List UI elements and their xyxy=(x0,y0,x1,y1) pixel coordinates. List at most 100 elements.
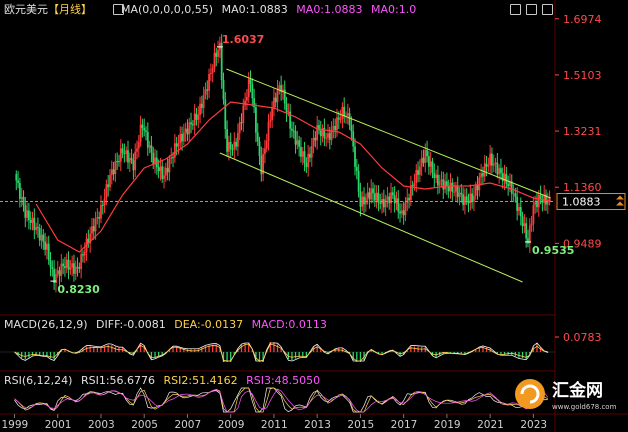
rsi-name: RSI(6,12,24) xyxy=(4,374,73,387)
year-tick-label: 2011 xyxy=(261,419,288,431)
candle-body xyxy=(366,192,369,198)
candle-body xyxy=(530,223,533,226)
candle-body xyxy=(204,89,207,95)
candle-body xyxy=(168,158,171,173)
close-icon[interactable] xyxy=(542,4,553,15)
candle-body xyxy=(116,160,119,162)
candle-body xyxy=(417,170,419,175)
candle-body xyxy=(314,137,317,141)
candle-body xyxy=(264,148,266,155)
candle-body xyxy=(406,197,409,203)
candle-body xyxy=(220,42,223,81)
candle-body xyxy=(82,254,84,256)
main-header: 欧元美元【月线】 MA(0,0,0,0,0,55) MA0:1.0883 MA0… xyxy=(4,3,421,17)
candle-body xyxy=(267,121,270,142)
candle-body xyxy=(464,196,466,205)
candle-body xyxy=(37,227,39,229)
candle-body xyxy=(444,181,446,190)
candle-body xyxy=(534,202,537,206)
candle-body xyxy=(404,202,407,216)
candle-body xyxy=(161,166,164,179)
candle-body xyxy=(399,211,401,214)
candle-body xyxy=(96,217,99,219)
candle-body xyxy=(482,173,484,177)
candle-body xyxy=(336,117,338,131)
indicator-settings-icon[interactable] xyxy=(113,4,124,15)
candle-body xyxy=(213,52,216,69)
candle-body xyxy=(384,199,387,208)
rsi1-value: RSI1:56.6776 xyxy=(80,374,156,387)
candle-body xyxy=(276,89,279,103)
candle-body xyxy=(516,196,519,211)
candle-body xyxy=(226,129,228,152)
candle-body xyxy=(429,161,432,167)
candle-body xyxy=(507,183,510,187)
price-chart: 1.08831.69741.51031.32311.13600.94890.07… xyxy=(0,0,628,432)
candle-body xyxy=(458,192,461,197)
candle-body xyxy=(494,162,497,164)
candle-body xyxy=(247,79,250,98)
minus-icon[interactable] xyxy=(526,4,537,15)
candle-body xyxy=(492,163,495,166)
candle-body xyxy=(107,184,110,188)
candle-body xyxy=(536,202,538,208)
candle-body xyxy=(134,151,137,171)
year-tick-label: 1999 xyxy=(1,419,28,431)
candle-body xyxy=(186,128,189,135)
candle-body xyxy=(523,223,526,227)
candle-body xyxy=(301,151,304,157)
ma0-value-b: MA0:1.0 xyxy=(371,3,417,16)
candle-body xyxy=(269,119,272,122)
candle-body xyxy=(206,89,209,91)
candle-body xyxy=(139,124,142,143)
candle-body xyxy=(244,100,247,106)
candle-body xyxy=(505,173,508,184)
candle-body xyxy=(485,163,488,167)
candle-body xyxy=(291,128,293,131)
candle-body xyxy=(521,216,524,227)
candle-body xyxy=(242,105,245,123)
candle-body xyxy=(175,143,178,147)
candle-body xyxy=(527,238,529,244)
candle-body xyxy=(341,106,344,119)
candle-body xyxy=(352,131,355,147)
candle-body xyxy=(73,263,75,274)
candle-body xyxy=(287,111,290,113)
channel-line-1 xyxy=(219,152,523,283)
candle-body xyxy=(121,148,124,154)
candle-body xyxy=(309,153,311,158)
candle-body xyxy=(332,125,335,130)
candle-body xyxy=(49,260,52,268)
price-tick-label: 1.5103 xyxy=(563,69,602,82)
price-tick-label: 1.1360 xyxy=(563,181,602,194)
candle-body xyxy=(426,149,428,157)
candle-body xyxy=(300,146,302,157)
candle-body xyxy=(150,145,153,153)
candle-body xyxy=(137,142,140,149)
candle-body xyxy=(455,186,457,192)
candle-body xyxy=(184,128,187,133)
candle-body xyxy=(119,148,122,162)
candle-body xyxy=(164,167,167,176)
candle-body xyxy=(46,243,48,250)
candle-body xyxy=(395,198,398,204)
candle-body xyxy=(236,133,239,147)
candle-body xyxy=(128,157,131,163)
price-tick-label: 1.3231 xyxy=(563,125,602,138)
candle-body xyxy=(501,172,504,182)
add-indicator-icon[interactable] xyxy=(510,4,521,15)
macd-dea: DEA:-0.0137 xyxy=(174,318,244,331)
candle-body xyxy=(24,205,27,218)
candle-body xyxy=(224,99,227,130)
year-tick-label: 2023 xyxy=(520,419,547,431)
candle-body xyxy=(519,207,522,217)
price-tick-label: 0.0783 xyxy=(563,331,602,344)
candle-body xyxy=(328,133,331,140)
rsi-header: RSI(6,12,24) RSI1:56.6776 RSI2:51.4162 R… xyxy=(4,374,325,388)
watermark-logo-icon xyxy=(515,379,545,409)
candle-body xyxy=(191,124,194,126)
candle-body xyxy=(71,263,74,268)
candle-body xyxy=(496,162,499,175)
candle-body xyxy=(172,157,174,159)
candle-body xyxy=(480,173,483,178)
